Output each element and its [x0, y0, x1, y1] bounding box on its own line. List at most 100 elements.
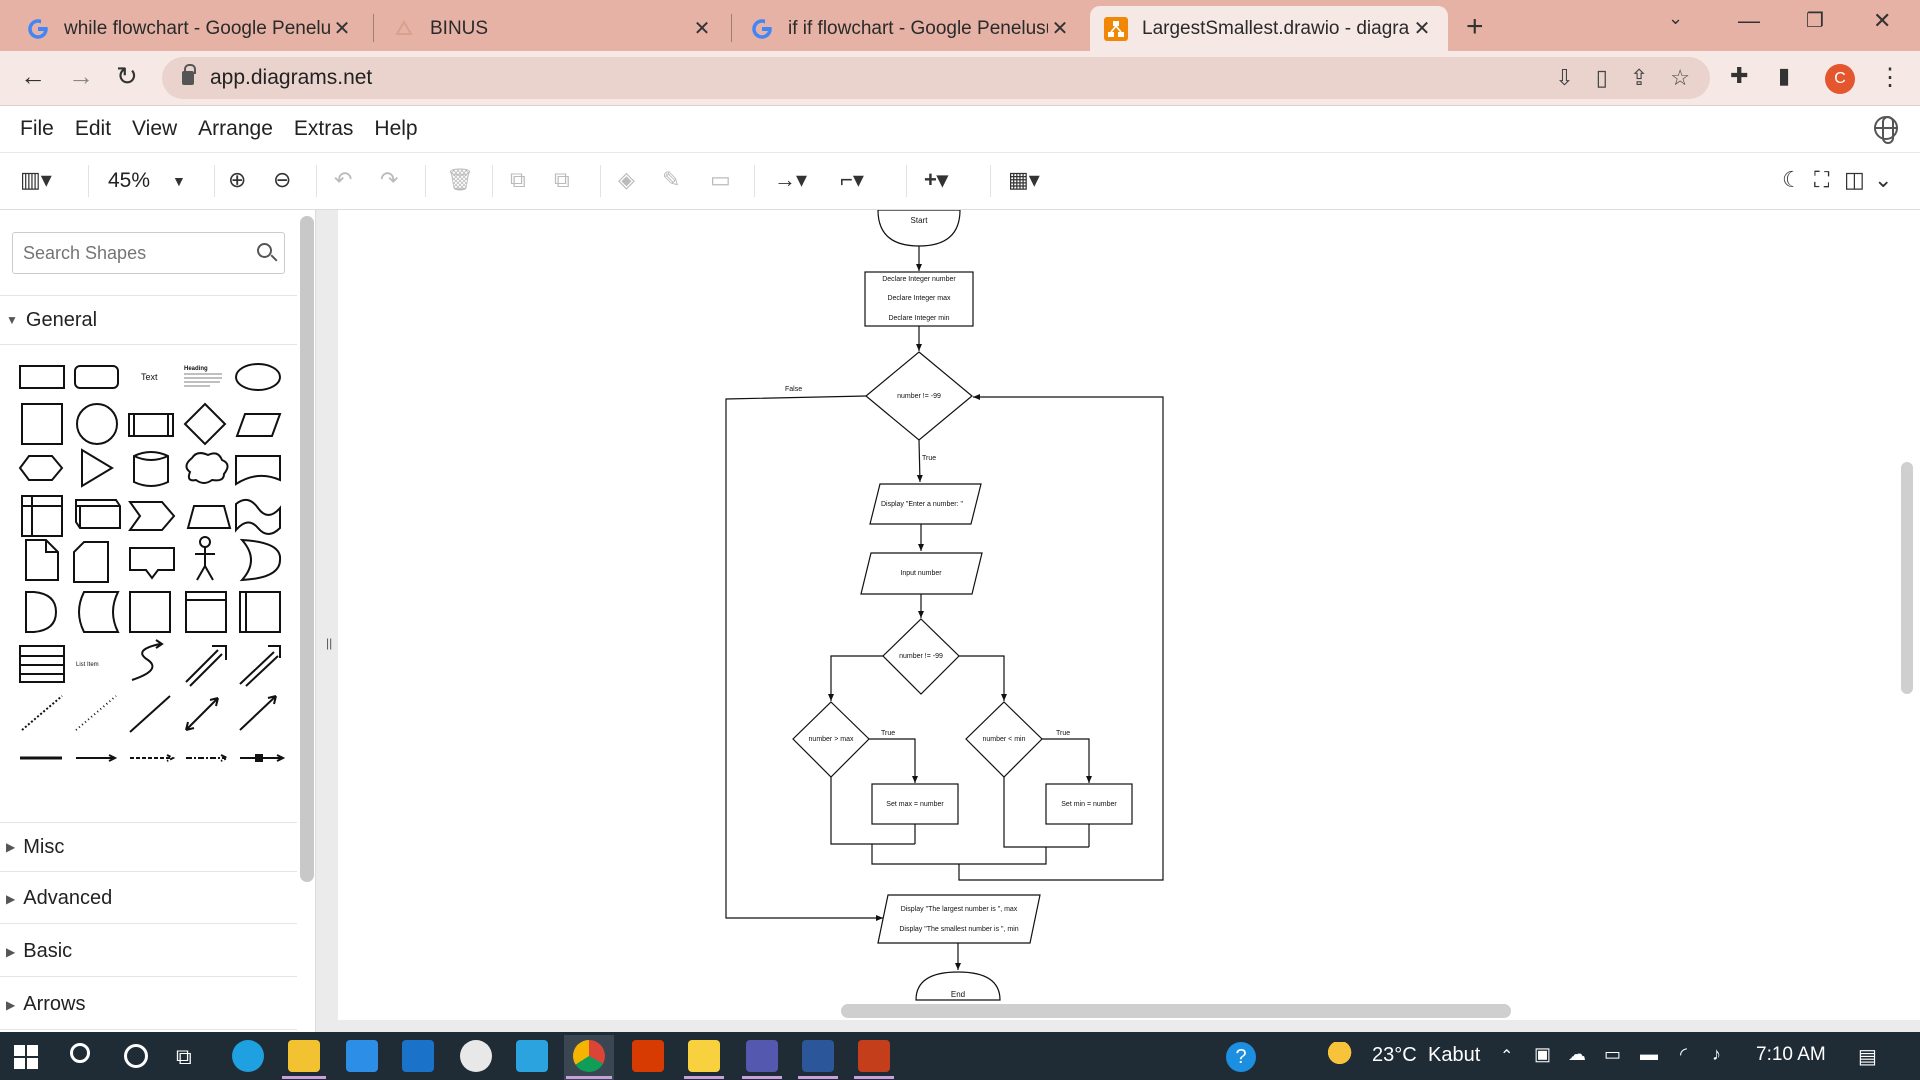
to-back-icon[interactable]: ⧉ [554, 167, 570, 193]
end-terminal[interactable]: End [915, 971, 1001, 1001]
tab-search-icon[interactable]: ⌄ [1668, 8, 1683, 29]
tab-if-if-flowchart[interactable]: if if flowchart - Google Penelusuran ✕ [736, 6, 1086, 51]
back-button[interactable]: ← [20, 61, 46, 92]
sidebar-splitter[interactable]: || [326, 636, 332, 650]
display-prompt-io[interactable]: Display "Enter a number: " [869, 483, 982, 525]
avatar[interactable]: C [1825, 64, 1855, 94]
share-icon[interactable]: ⇪ [1630, 65, 1648, 91]
powerpoint-icon[interactable] [858, 1040, 890, 1072]
section-general[interactable]: ▼ General [0, 295, 297, 345]
onedrive-icon[interactable]: ☁ [1568, 1044, 1586, 1065]
language-globe-icon[interactable] [1874, 116, 1898, 144]
section-advanced[interactable]: ▶ Advanced [0, 874, 297, 924]
forward-button[interactable]: → [68, 61, 94, 92]
fullscreen-icon[interactable]: ⛶ [1814, 167, 1829, 193]
menu-arrange[interactable]: Arrange [198, 117, 273, 141]
store-icon[interactable] [346, 1040, 378, 1072]
output-display-io[interactable]: Display "The largest number is ", max Di… [877, 894, 1041, 944]
menu-extras[interactable]: Extras [294, 117, 354, 141]
zoom-in-icon[interactable]: ⊕ [228, 167, 246, 193]
battery-icon[interactable]: ▬ [1640, 1044, 1658, 1065]
mail-icon[interactable] [402, 1040, 434, 1072]
reload-icon[interactable]: ↻ [116, 61, 138, 92]
chevron-down-icon[interactable]: ▼ [172, 173, 186, 189]
close-icon[interactable]: ✕ [1048, 16, 1072, 41]
fill-color-icon[interactable]: ◈ [618, 167, 635, 193]
meet-icon[interactable]: ▣ [1534, 1044, 1551, 1065]
input-number-io[interactable]: Input number [860, 552, 983, 595]
tab-largestsmallest[interactable]: LargestSmallest.drawio - diagrams.net ✕ [1090, 6, 1448, 51]
page-icon[interactable]: ▯ [1596, 65, 1608, 91]
teams-icon[interactable] [746, 1040, 778, 1072]
cortana-icon[interactable] [124, 1044, 148, 1068]
set-min-process[interactable]: Set min = number [1045, 783, 1133, 825]
connection-icon[interactable]: →▾ [774, 167, 807, 193]
general-shapes-palette[interactable]: Text Heading List Item [12, 360, 292, 805]
horizontal-scrollbar[interactable] [841, 1004, 1511, 1018]
section-arrows[interactable]: ▶ Arrows [0, 980, 297, 1030]
sidebar-scrollbar[interactable] [300, 216, 314, 882]
section-basic[interactable]: ▶ Basic [0, 927, 297, 977]
edge-icon[interactable] [232, 1040, 264, 1072]
inner-decision[interactable]: number != -99 [882, 618, 960, 695]
format-toggle-icon[interactable]: ◫ [1844, 167, 1865, 193]
diagram-page[interactable]: Start Declare Integer number Declare Int… [338, 209, 1920, 1020]
vertical-scrollbar[interactable] [1901, 462, 1913, 694]
close-icon[interactable]: ✕ [330, 16, 354, 41]
install-app-icon[interactable]: ⇩ [1555, 65, 1573, 91]
minimize-button[interactable]: — [1738, 8, 1760, 34]
restore-button[interactable]: ❐ [1806, 8, 1824, 33]
zoom-level[interactable]: 45% [108, 169, 150, 193]
wifi-icon[interactable]: ◜ [1680, 1044, 1687, 1065]
shadow-icon[interactable]: ▭ [710, 167, 731, 193]
to-front-icon[interactable]: ⧉ [510, 167, 526, 193]
close-icon[interactable]: ✕ [1410, 16, 1434, 41]
chrome-menu-icon[interactable]: ⋮ [1878, 63, 1902, 92]
display-icon[interactable]: ▭ [1604, 1044, 1621, 1065]
menu-edit[interactable]: Edit [75, 117, 111, 141]
search-input[interactable] [12, 232, 285, 274]
menu-file[interactable]: File [20, 117, 54, 141]
word-icon[interactable] [802, 1040, 834, 1072]
section-misc[interactable]: ▶ Misc [0, 822, 297, 872]
search-icon[interactable] [257, 243, 272, 258]
sticky-notes-icon[interactable] [688, 1040, 720, 1072]
volume-icon[interactable]: ♪ [1712, 1044, 1721, 1065]
weather-text[interactable]: Kabut [1428, 1044, 1480, 1067]
menu-help[interactable]: Help [374, 117, 417, 141]
redo-icon[interactable]: ↷ [380, 167, 398, 193]
close-window-button[interactable]: ✕ [1873, 8, 1891, 34]
undo-icon[interactable]: ↶ [334, 167, 352, 193]
insert-icon[interactable]: +▾ [924, 167, 948, 193]
side-panel-icon[interactable]: ▮ [1778, 63, 1790, 89]
temperature[interactable]: 23°C [1372, 1044, 1417, 1067]
weather-icon[interactable] [1326, 1042, 1360, 1068]
notifications-icon[interactable]: ▤ [1858, 1044, 1877, 1069]
tab-while-flowchart[interactable]: while flowchart - Google Penelusuran ✕ [12, 6, 368, 51]
extensions-icon[interactable]: ✚ [1730, 63, 1748, 89]
collapse-icon[interactable]: ⌄ [1874, 167, 1892, 193]
format-panel-icon[interactable]: ▥▾ [20, 167, 52, 193]
close-icon[interactable]: ✕ [690, 16, 714, 41]
theme-moon-icon[interactable]: ☾ [1782, 167, 1802, 193]
app-icon[interactable] [516, 1040, 548, 1072]
menu-view[interactable]: View [132, 117, 177, 141]
loop-decision[interactable]: number != -99 [865, 351, 973, 441]
zoom-out-icon[interactable]: ⊖ [273, 167, 291, 193]
github-desktop-icon[interactable] [460, 1040, 492, 1072]
chevron-up-icon[interactable]: ⌃ [1500, 1046, 1513, 1066]
windows-start-icon[interactable] [14, 1045, 38, 1069]
table-icon[interactable]: ▦▾ [1008, 167, 1040, 193]
diagram-canvas[interactable]: Start Declare Integer number Declare Int… [316, 209, 1920, 1032]
flowchart-diagram[interactable]: Start Declare Integer number Declare Int… [338, 209, 1920, 1020]
tab-binus[interactable]: BINUS ✕ [378, 6, 728, 51]
office-icon[interactable] [632, 1040, 664, 1072]
waypoints-icon[interactable]: ⌐▾ [840, 167, 864, 193]
new-tab-button[interactable]: + [1466, 10, 1484, 44]
delete-icon[interactable]: 🗑 [446, 167, 474, 193]
bookmark-star-icon[interactable]: ☆ [1670, 65, 1690, 91]
url-input[interactable]: app.diagrams.net ⇩ ▯ ⇪ ☆ [162, 57, 1710, 99]
search-icon[interactable] [70, 1043, 90, 1063]
max-decision[interactable]: number > max [792, 701, 870, 778]
task-view-icon[interactable]: ⧉ [176, 1044, 192, 1070]
